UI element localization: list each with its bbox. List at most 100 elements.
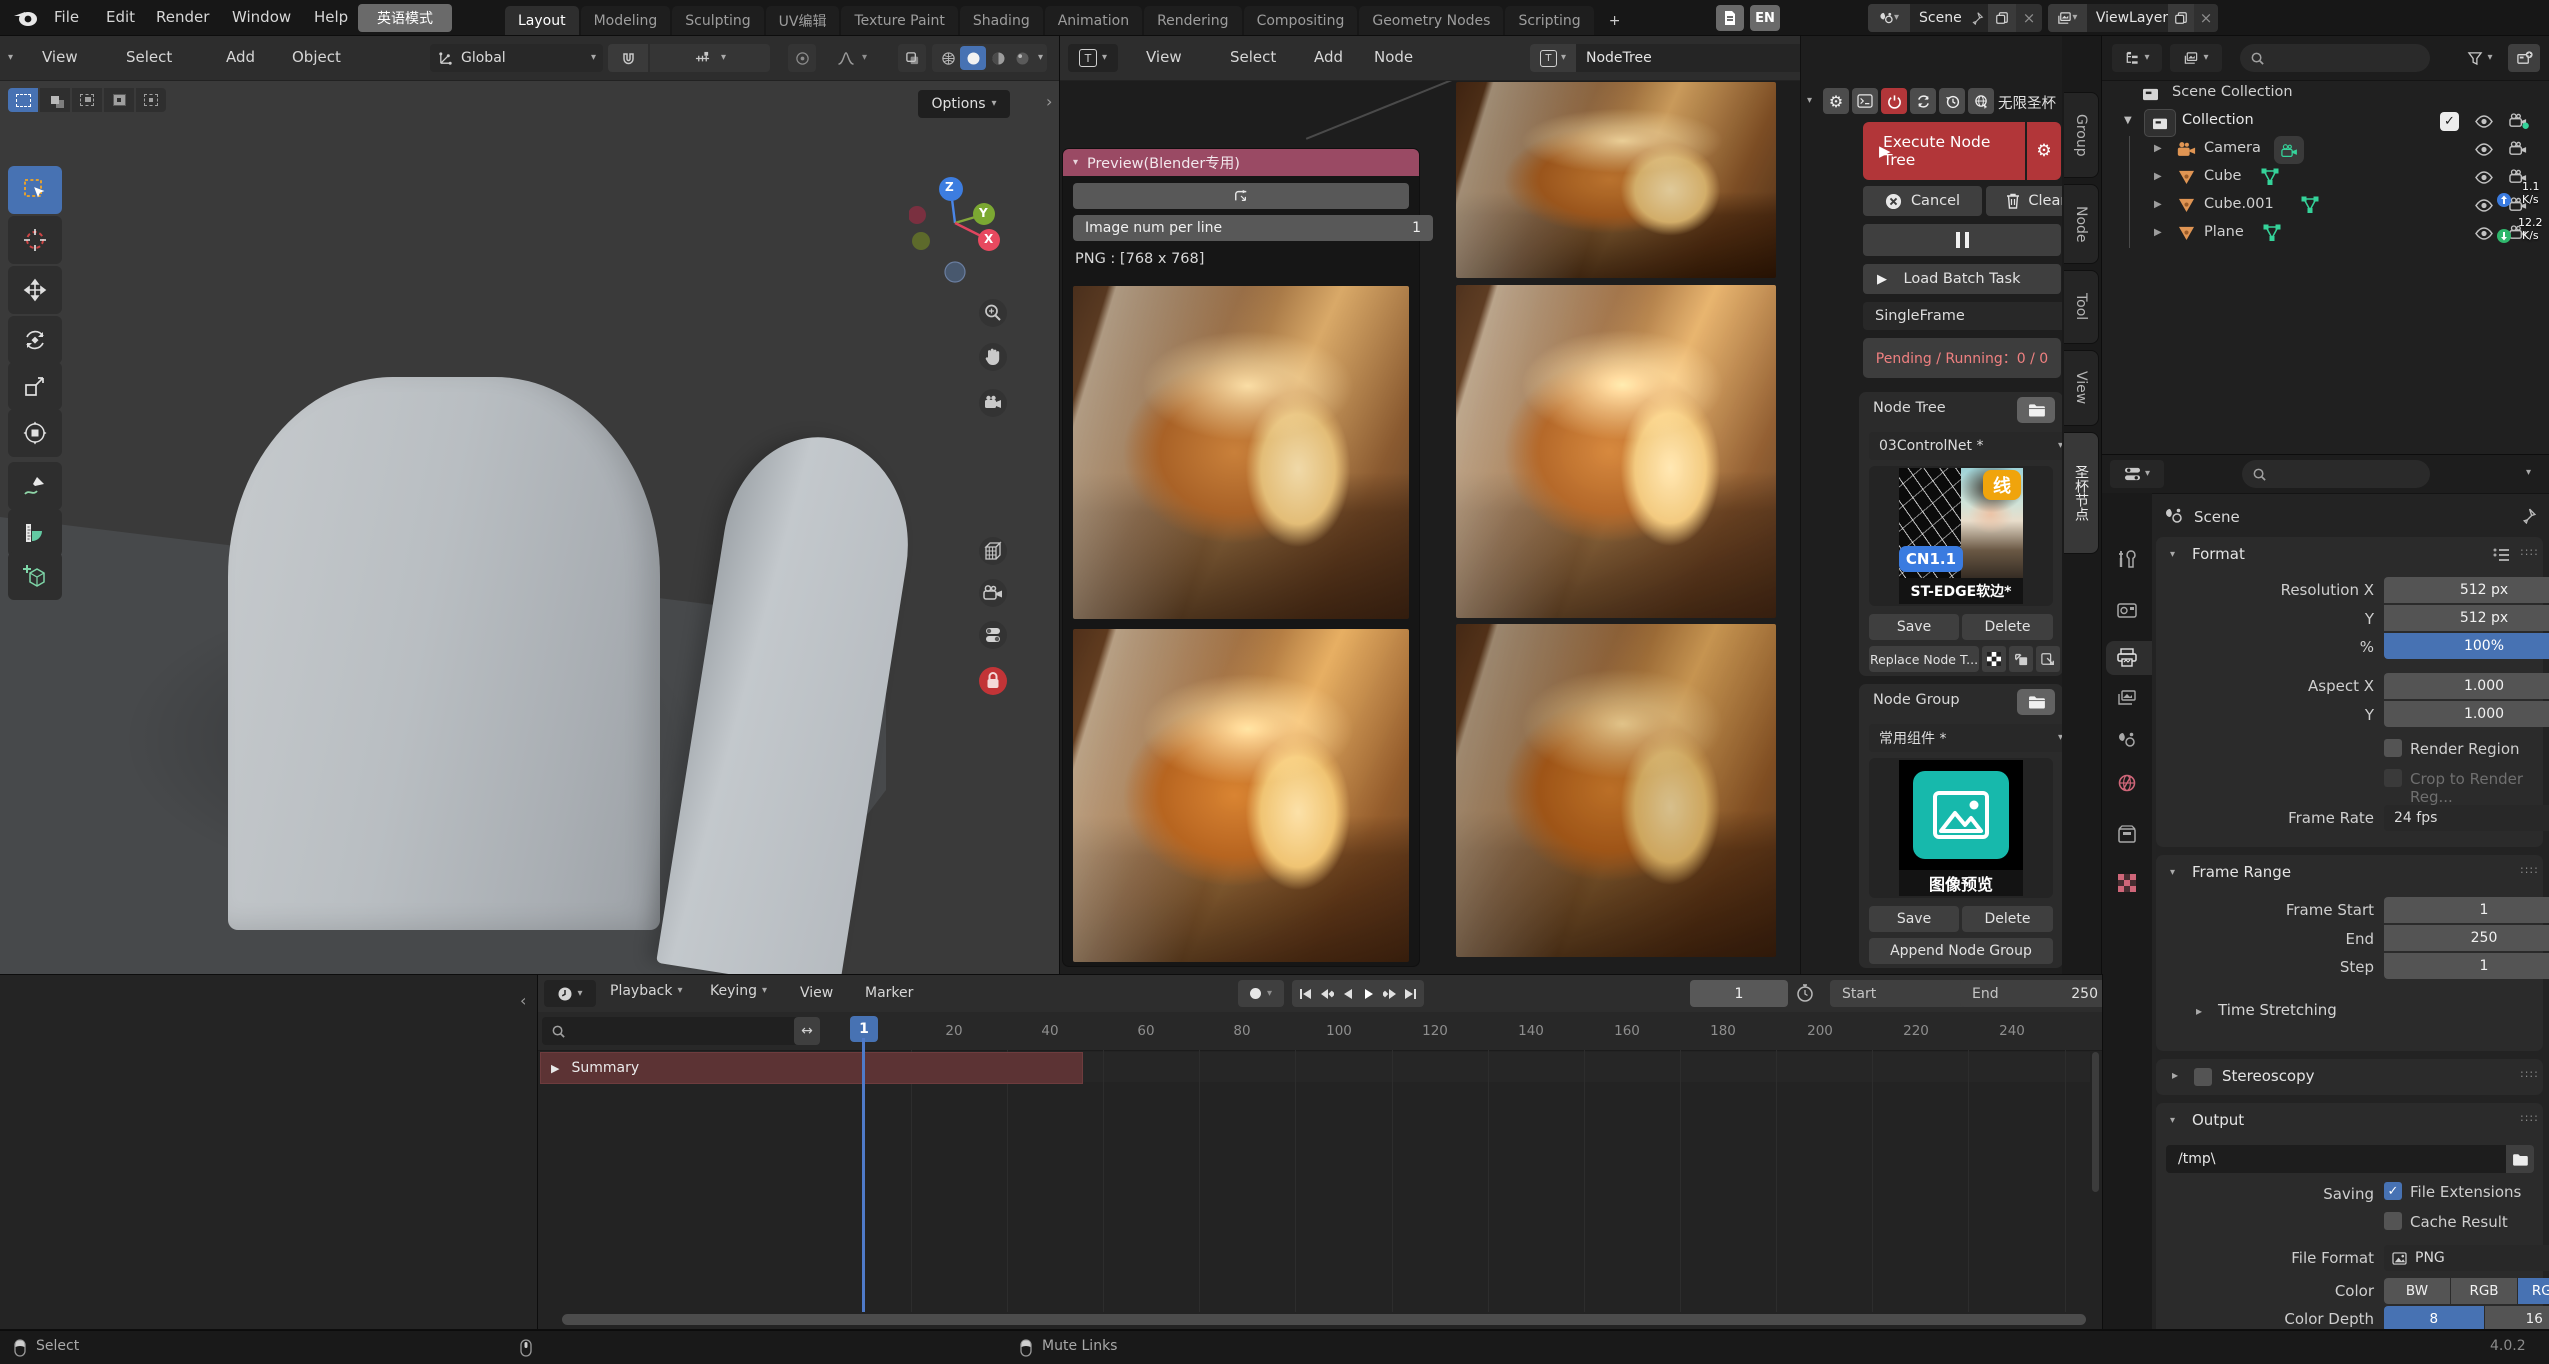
tab-scene-icon[interactable] <box>2117 731 2137 750</box>
cancel-button[interactable]: Cancel <box>1863 186 1982 216</box>
timeline-ruler-strip[interactable]: ↔ 1 20 40 60 80 100 120 140 160 180 200 … <box>538 1012 2102 1051</box>
node-group-folder-button[interactable] <box>2017 689 2055 715</box>
outliner-row-cube-001[interactable]: ▶ Cube.001 <box>2102 192 2549 220</box>
preview-image-4[interactable] <box>1456 285 1776 618</box>
next-keyframe-button[interactable] <box>1379 988 1400 1000</box>
frame-end-field[interactable]: 250 <box>2384 925 2549 951</box>
time-stretching-label[interactable]: Time Stretching <box>2218 1001 2337 1019</box>
viewport-menu-select[interactable]: Select <box>112 48 186 66</box>
node-editor-type-button[interactable]: T ▾ <box>1068 44 1118 72</box>
node-menu-select[interactable]: Select <box>1216 48 1290 66</box>
tab-modeling[interactable]: Modeling <box>581 6 671 36</box>
toggle-shading-icon[interactable] <box>978 620 1008 650</box>
timeline-menu-keying[interactable]: Keying▾ <box>710 983 767 999</box>
tool-transform[interactable] <box>8 409 62 457</box>
frame-rate-dropdown[interactable]: 24 fps ▾ <box>2384 805 2549 831</box>
tab-animation[interactable]: Animation <box>1045 6 1142 36</box>
timeline-menu-view[interactable]: View <box>800 983 833 1001</box>
properties-type-button[interactable]: ▾ <box>2110 460 2164 488</box>
timeline-h-scrollbar[interactable] <box>562 1314 2086 1325</box>
node-menu-add[interactable]: Add <box>1300 48 1357 66</box>
channel-expand-icon[interactable]: ↔ <box>794 1017 820 1045</box>
viewport-menu-object[interactable]: Object <box>278 48 355 66</box>
tab-geometry-nodes[interactable]: Geometry Nodes <box>1359 6 1503 36</box>
execute-node-tree-button[interactable]: ▶ Execute Node Tree <box>1863 122 2025 180</box>
tree-type-icon[interactable]: T ▾ <box>1530 44 1576 72</box>
outliner-row-plane[interactable]: ▶ Plane <box>2102 220 2549 248</box>
current-frame-field[interactable]: 1 <box>1690 980 1788 1007</box>
append-node-group-button[interactable]: Append Node Group <box>1869 938 2053 964</box>
render-checkbox[interactable]: ✓ <box>2440 112 2459 131</box>
preview-image-3[interactable] <box>1456 82 1776 278</box>
node-tree-delete-button[interactable]: Delete <box>1962 614 2053 640</box>
select-mode-invert-button[interactable] <box>104 88 134 112</box>
frame-end-field[interactable]: End 250 <box>1960 980 2102 1007</box>
tool-add-cube[interactable] <box>8 552 62 600</box>
outliner-row-cube[interactable]: ▶ Cube <box>2102 164 2549 192</box>
pan-view-icon[interactable] <box>978 342 1008 372</box>
viewport-menu-add[interactable]: Add <box>212 48 269 66</box>
tool-scale[interactable] <box>8 362 62 410</box>
play-reverse-button[interactable] <box>1337 988 1358 1000</box>
preview-image-2[interactable] <box>1073 629 1409 962</box>
disclosure-triangle-icon[interactable]: ▼ <box>2124 115 2132 126</box>
zoom-view-icon[interactable] <box>978 298 1008 328</box>
stereoscopy-collapse-icon[interactable]: ▸ <box>2172 1069 2178 1081</box>
tool-cursor[interactable] <box>8 216 62 264</box>
hide-eye-icon[interactable] <box>2474 225 2494 242</box>
outliner-display-mode-button[interactable]: ▾ <box>2170 44 2222 72</box>
disclosure-triangle-icon[interactable]: ▶ <box>2154 143 2162 154</box>
frame-range-collapse-icon[interactable]: ▾ <box>2170 868 2175 878</box>
tool-move[interactable] <box>8 266 62 314</box>
outliner-type-button[interactable]: ▾ <box>2112 44 2162 72</box>
sidebar-tab-grail-nodes[interactable]: 圣杯节点 <box>2064 432 2099 554</box>
jump-to-end-button[interactable] <box>1400 988 1421 1000</box>
outliner-row-collection[interactable]: ▼ Collection ✓ <box>2102 108 2549 136</box>
hide-eye-icon[interactable] <box>2474 141 2494 158</box>
web-button[interactable] <box>1968 88 1994 114</box>
preview-panel-header[interactable]: ▾ Preview(Blender专用) <box>1063 149 1419 176</box>
node-group-thumb-well[interactable]: 图像预览 <box>1869 758 2053 898</box>
pin-icon[interactable] <box>1970 11 1984 25</box>
shading-material-icon[interactable] <box>986 51 1010 66</box>
color-rgba-option[interactable]: RGBA <box>2518 1278 2549 1304</box>
auto-key-button[interactable]: ▾ <box>1238 980 1284 1007</box>
resolution-x-field[interactable]: 512 px <box>2384 577 2549 603</box>
proportional-falloff-dropdown[interactable]: ▾ <box>820 44 884 72</box>
navigation-gizmo[interactable]: Z Y X <box>909 175 1001 287</box>
tab-output-icon[interactable] <box>2117 648 2137 667</box>
camera-view-icon[interactable] <box>978 388 1008 418</box>
disclosure-triangle-icon[interactable]: ▶ <box>2154 171 2162 182</box>
resolution-percent-slider[interactable]: 100% <box>2384 633 2549 659</box>
node-tree-thumb-well[interactable]: 线 CN1.1 ST-EDGE软边* <box>1869 466 2053 606</box>
preview-image-1[interactable] <box>1073 286 1409 619</box>
pause-button[interactable] <box>1863 224 2061 256</box>
new-view-layer-button[interactable] <box>2168 4 2194 32</box>
color-rgb-option[interactable]: RGB <box>2451 1278 2517 1304</box>
cache-result-checkbox[interactable] <box>2384 1212 2402 1230</box>
region-collapse-left-icon[interactable]: ‹ <box>520 991 526 1010</box>
outliner-filter-dropdown[interactable]: ▾ <box>2458 44 2502 72</box>
play-button[interactable] <box>1358 988 1379 1000</box>
toggle-camera-view-icon[interactable] <box>978 578 1008 608</box>
jump-to-start-button[interactable] <box>1295 988 1316 1000</box>
language-mode-button[interactable]: 英语模式 <box>358 4 452 32</box>
properties-search-input[interactable] <box>2242 460 2430 488</box>
gizmo-z-axis[interactable]: Z <box>945 180 954 194</box>
tab-object-icon[interactable] <box>2117 825 2137 844</box>
render-camera-icon[interactable] <box>2508 140 2529 158</box>
options-dropdown[interactable]: Options ▾ <box>918 90 1010 118</box>
aspect-y-field[interactable]: 1.000 <box>2384 701 2549 727</box>
tool-rotate[interactable] <box>8 316 62 364</box>
tool-annotate[interactable] <box>8 462 62 510</box>
sidebar-tab-tool[interactable]: Tool <box>2064 270 2099 344</box>
sidebar-tab-view[interactable]: View <box>2064 350 2099 426</box>
image-num-slider[interactable]: Image num per line 1 <box>1073 215 1433 241</box>
tab-tool-icon[interactable] <box>2117 549 2137 569</box>
import-node-tree-icon[interactable] <box>2036 646 2060 672</box>
node-tree-thumbnail[interactable]: 线 CN1.1 <box>1899 468 2023 578</box>
editor-type-chevron-icon[interactable]: ▾ <box>8 53 13 63</box>
gizmo-x-axis[interactable]: X <box>984 232 993 246</box>
properties-options-chevron-icon[interactable]: ▾ <box>2526 468 2531 478</box>
tab-sculpting[interactable]: Sculpting <box>672 6 763 36</box>
